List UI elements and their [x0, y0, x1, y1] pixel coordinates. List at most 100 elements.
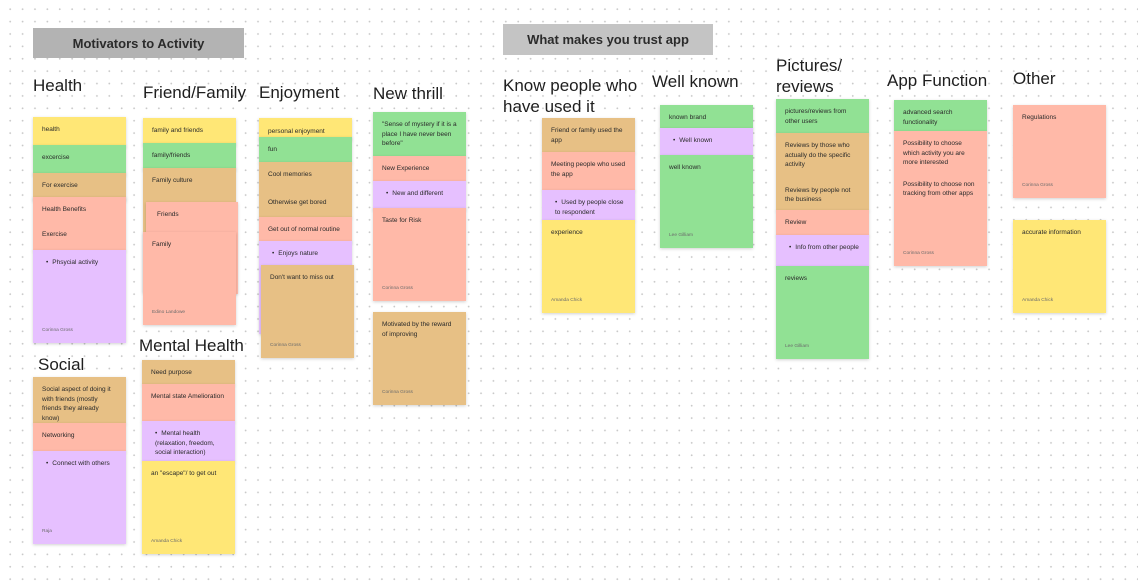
section-banner-trust[interactable]: What makes you trust app	[503, 24, 713, 55]
note-text: Possibility to choose non tracking from …	[903, 180, 975, 198]
sticky-note[interactable]: Family Edino Landowe	[143, 232, 236, 325]
sticky-note[interactable]: health	[33, 117, 126, 147]
sticky-note[interactable]: Motivated by the reward of improving Cor…	[373, 312, 466, 405]
note-text: Connect with others	[42, 459, 117, 469]
section-banner-motivators[interactable]: Motivators to Activity	[33, 28, 244, 58]
note-text: reviews	[785, 275, 808, 282]
sticky-note[interactable]: Cool memories Otherwise get bored	[259, 162, 352, 218]
sticky-note[interactable]: Regulations Corinna Gross	[1013, 105, 1106, 198]
sticky-note[interactable]: New Experience	[373, 156, 466, 182]
sticky-note[interactable]: Health Benefits Exercise	[33, 197, 126, 251]
sticky-note[interactable]: Info from other people	[776, 235, 869, 267]
sticky-note[interactable]: experience Amanda Chick	[542, 220, 635, 313]
sticky-note[interactable]: Phsycial activity Corinna Gross	[33, 250, 126, 343]
note-author: Corinna Gross	[382, 285, 413, 291]
note-text: Family culture	[152, 177, 193, 184]
note-text: New and different	[382, 189, 457, 199]
note-text: New Experience	[382, 165, 430, 172]
sticky-note[interactable]: accurate information Amanda Chick	[1013, 220, 1106, 313]
sticky-note[interactable]: reviews Lee Gilliam	[776, 266, 869, 359]
note-text: excercise	[42, 154, 70, 161]
note-text: Friend or family used the app	[551, 127, 623, 144]
note-text: Motivated by the reward of improving	[382, 321, 452, 338]
cluster-title-friend-family: Friend/Family	[143, 83, 246, 102]
note-text: Networking	[42, 432, 75, 439]
note-text: accurate information	[1022, 229, 1081, 236]
note-text: Don't want to miss out	[270, 274, 334, 281]
note-text: Exercise	[42, 230, 67, 238]
sticky-note[interactable]: Meeting people who used the app	[542, 152, 635, 191]
note-text: family/friends	[152, 152, 191, 159]
sticky-note[interactable]: Social aspect of doing it with friends (…	[33, 377, 126, 424]
note-text: Reviews by people not the business	[785, 186, 851, 204]
sticky-note[interactable]: family/friends	[143, 143, 236, 170]
sticky-note[interactable]: well known Lee Gilliam	[660, 155, 753, 248]
sticky-note[interactable]: Need purpose	[142, 360, 235, 385]
sticky-note[interactable]: an "escape"/ to get out Amanda Chick	[142, 461, 235, 554]
sticky-note[interactable]: Reviews by those who actually do the spe…	[776, 133, 869, 211]
note-text: Need purpose	[151, 369, 192, 376]
sticky-note[interactable]: known brand	[660, 105, 753, 129]
sticky-note[interactable]: fun	[259, 137, 352, 163]
note-text: Regulations	[1022, 114, 1057, 121]
note-author: Edino Landowe	[152, 309, 186, 315]
cluster-title-pictures-reviews: Pictures/ reviews	[776, 56, 843, 96]
note-text: Reviews by those who actually do the spe…	[785, 142, 851, 168]
note-author: Amanda Chick	[151, 538, 183, 544]
note-author: Corinna Gross	[42, 327, 73, 333]
sticky-note[interactable]: Networking	[33, 423, 126, 452]
note-text: Enjoys nature	[268, 249, 343, 259]
sticky-note[interactable]: Review	[776, 210, 869, 236]
note-text: Well known	[669, 136, 744, 146]
note-text: health	[42, 126, 60, 133]
note-text: family and friends	[152, 127, 203, 134]
note-author: Amanda Chick	[551, 297, 583, 303]
note-text: Friends	[157, 211, 179, 218]
note-text: "Sense of mystery if it is a place I hav…	[382, 121, 457, 147]
sticky-note[interactable]: Taste for Risk Corinna Gross	[373, 208, 466, 301]
note-text: Taste for Risk	[382, 217, 422, 224]
sticky-note[interactable]: "Sense of mystery if it is a place I hav…	[373, 112, 466, 157]
note-author: Corinna Gross	[270, 342, 301, 348]
note-text: Phsycial activity	[42, 258, 117, 268]
sticky-note[interactable]: Connect with others Raja	[33, 451, 126, 544]
note-text: Cool memories	[268, 171, 312, 178]
sticky-note[interactable]: family and friends	[143, 118, 236, 145]
note-text: Review	[785, 219, 807, 226]
note-author: Raja	[42, 528, 52, 534]
note-text: advanced search functionality	[903, 109, 953, 126]
note-text: fun	[268, 146, 278, 153]
note-text: Otherwise get bored	[268, 198, 327, 206]
cluster-title-other: Other	[1013, 69, 1056, 88]
cluster-title-new-thrill: New thrill	[373, 84, 443, 103]
note-text: well known	[669, 164, 701, 171]
cluster-title-social: Social	[38, 355, 85, 374]
note-text: experience	[551, 229, 583, 236]
note-text: Health Benefits	[42, 206, 87, 213]
note-text: Meeting people who used the app	[551, 161, 626, 178]
sticky-note[interactable]: pictures/reviews from other users	[776, 99, 869, 134]
note-author: Corinna Gross	[382, 389, 413, 395]
note-text: Used by people close to respondent	[551, 198, 626, 217]
sticky-note[interactable]: Friend or family used the app	[542, 118, 635, 153]
sticky-note[interactable]: Well known	[660, 128, 753, 156]
sticky-note[interactable]: Used by people close to respondent	[542, 190, 635, 221]
note-text: Info from other people	[785, 243, 860, 253]
sticky-note[interactable]: Mental state Amelioration	[142, 384, 235, 422]
sticky-note[interactable]: advanced search functionality	[894, 100, 987, 132]
cluster-title-app-function: App Function	[887, 71, 988, 90]
note-text: Mental health (relaxation, freedom, soci…	[151, 429, 226, 458]
sticky-note[interactable]: Don't want to miss out Corinna Gross	[261, 265, 354, 358]
note-text: known brand	[669, 114, 707, 121]
note-author: Lee Gilliam	[785, 343, 809, 349]
note-text: pictures/reviews from other users	[785, 108, 847, 125]
sticky-note[interactable]: Mental health (relaxation, freedom, soci…	[142, 421, 235, 462]
note-author: Corinna Gross	[903, 250, 934, 256]
sticky-note[interactable]: Get out of normal routine	[259, 217, 352, 243]
sticky-note[interactable]: Possibility to choose which activity you…	[894, 131, 987, 266]
sticky-note[interactable]: New and different	[373, 181, 466, 210]
cluster-title-health: Health	[33, 76, 83, 95]
note-text: Social aspect of doing it with friends (…	[42, 386, 111, 422]
cluster-title-enjoyment: Enjoyment	[259, 83, 340, 102]
sticky-note[interactable]: excercise	[33, 145, 126, 175]
